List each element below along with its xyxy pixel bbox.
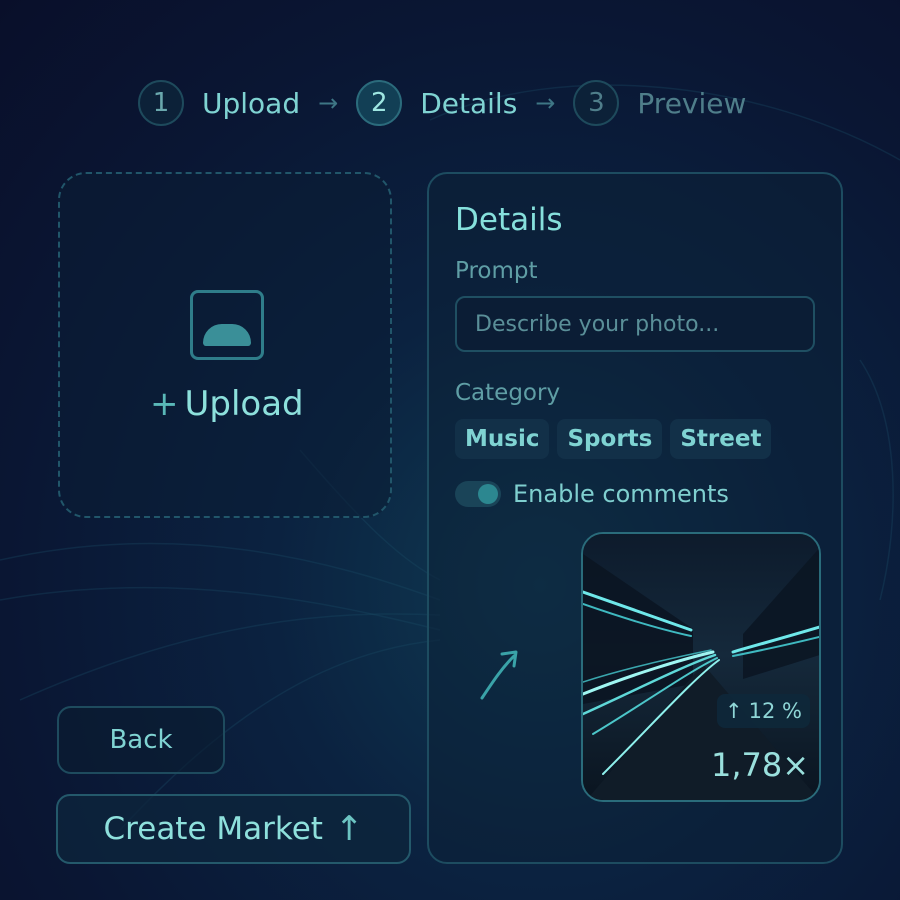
upload-dropzone[interactable]: + Upload xyxy=(58,172,392,518)
step-label: Details xyxy=(420,86,518,120)
chip-street[interactable]: Street xyxy=(670,419,772,459)
category-label: Category xyxy=(455,380,561,406)
create-market-label: Create Market xyxy=(103,811,323,847)
panel-title: Details xyxy=(455,202,563,238)
comments-toggle[interactable] xyxy=(455,481,501,507)
comments-toggle-row: Enable comments xyxy=(455,480,729,508)
arrow-up-icon: ↑ xyxy=(334,809,364,849)
step-details[interactable]: 2 Details xyxy=(356,80,517,126)
back-button[interactable]: Back xyxy=(57,706,225,774)
step-preview[interactable]: 3 Preview xyxy=(573,80,746,126)
chip-music[interactable]: Music xyxy=(455,419,550,459)
change-badge: ↑ 12 % xyxy=(717,694,810,728)
preview-image-card[interactable]: ↑ 12 % 1,78× xyxy=(581,532,821,802)
comments-label: Enable comments xyxy=(513,480,729,508)
step-number: 2 xyxy=(356,80,403,126)
step-number: 1 xyxy=(138,80,184,126)
create-market-button[interactable]: Create Market ↑ xyxy=(56,794,411,864)
prompt-label: Prompt xyxy=(455,258,538,284)
plus-icon: + xyxy=(150,384,179,424)
details-panel: Details Prompt Category Music Sports Str… xyxy=(427,172,843,864)
step-upload[interactable]: 1 Upload xyxy=(138,80,300,126)
upload-text: Upload xyxy=(184,384,304,424)
arrow-up-icon: ↑ xyxy=(725,699,743,723)
step-label: Preview xyxy=(637,86,747,120)
upload-label: + Upload xyxy=(150,384,304,424)
image-icon xyxy=(190,290,264,360)
category-chips: Music Sports Street xyxy=(455,419,772,459)
multiplier-value: 1,78× xyxy=(711,746,810,784)
arrow-right-icon: → xyxy=(318,89,339,117)
change-value: 12 % xyxy=(748,699,802,723)
curved-arrow-icon xyxy=(480,650,518,700)
stepper: 1 Upload → 2 Details → 3 Preview xyxy=(138,80,746,126)
toggle-knob xyxy=(478,484,498,504)
prompt-input[interactable] xyxy=(455,296,815,352)
step-label: Upload xyxy=(202,86,301,120)
chip-sports[interactable]: Sports xyxy=(557,419,663,459)
step-number: 3 xyxy=(573,80,620,126)
arrow-right-icon: → xyxy=(535,89,556,117)
